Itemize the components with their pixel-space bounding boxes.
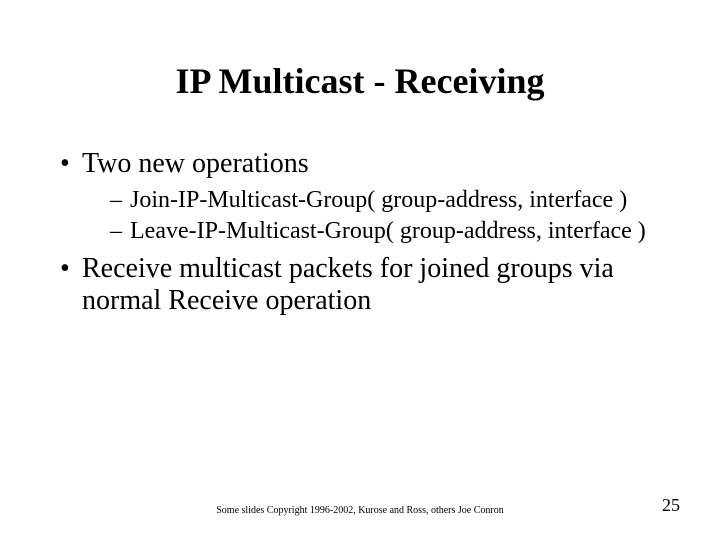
bullet-list: Two new operations Join-IP-Multicast-Gro… [60,148,680,317]
slide: IP Multicast - Receiving Two new operati… [0,0,720,540]
slide-body: Two new operations Join-IP-Multicast-Gro… [60,148,680,323]
bullet-text: Receive multicast packets for joined gro… [82,253,614,316]
sub-bullet-item: Leave-IP-Multicast-Group( group-address,… [110,217,680,245]
bullet-text: Two new operations [82,148,309,179]
sub-bullet-list: Join-IP-Multicast-Group( group-address, … [82,186,680,245]
page-number: 25 [662,495,680,516]
bullet-item: Two new operations Join-IP-Multicast-Gro… [60,148,680,245]
sub-bullet-text: Join-IP-Multicast-Group( group-address, … [130,187,627,213]
sub-bullet-item: Join-IP-Multicast-Group( group-address, … [110,186,680,214]
footer-text: Some slides Copyright 1996-2002, Kurose … [0,505,720,516]
bullet-item: Receive multicast packets for joined gro… [60,253,680,317]
slide-title: IP Multicast - Receiving [0,60,720,102]
sub-bullet-text: Leave-IP-Multicast-Group( group-address,… [130,218,646,244]
